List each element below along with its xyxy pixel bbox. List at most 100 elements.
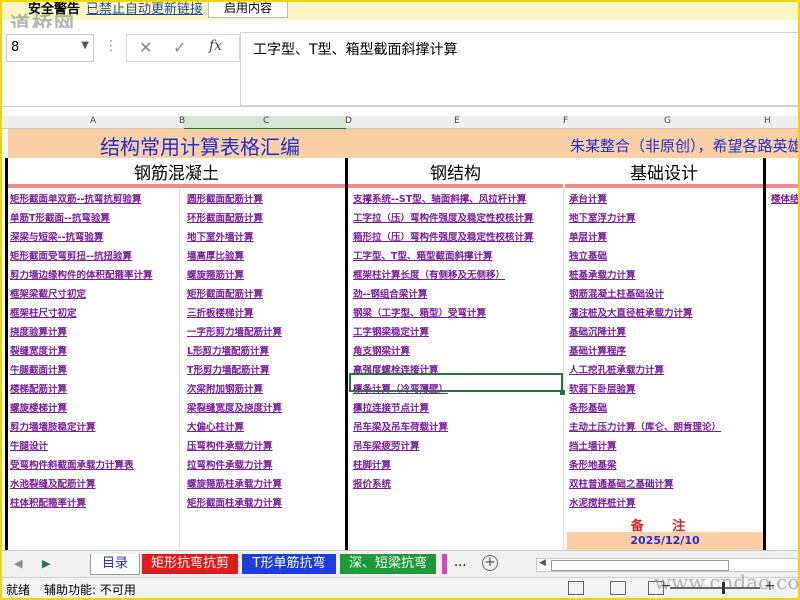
hyperlink-item[interactable]: 吊车梁及吊车荷载计算 bbox=[353, 422, 563, 441]
hyperlink-item[interactable]: 水池裂缝及配筋计算 bbox=[10, 479, 178, 498]
hyperlink-item[interactable]: 楼梯配筋计算 bbox=[10, 384, 178, 403]
zoom-slider[interactable] bbox=[670, 582, 760, 594]
hyperlink-item[interactable]: 地下室浮力计算 bbox=[569, 213, 761, 232]
accessibility-status[interactable]: 辅助功能: 不可用 bbox=[44, 581, 136, 598]
tab-rect-bending[interactable]: 矩形抗弯抗剪 bbox=[142, 554, 238, 574]
hyperlink-item[interactable]: 吊车梁疲劳计算 bbox=[353, 441, 563, 460]
hyperlink-item[interactable]: 支撑系统--ST型、轴面斜撑、风拉杆计算 bbox=[353, 194, 563, 213]
hyperlink-item[interactable]: 条形地基梁 bbox=[569, 460, 761, 479]
hyperlink-item[interactable]: 承台计算 bbox=[569, 194, 761, 213]
column-header-a[interactable]: A bbox=[90, 116, 96, 126]
more-tabs-button[interactable]: ... bbox=[454, 555, 466, 570]
hyperlink-item[interactable]: 螺旋箍筋柱承载力计算 bbox=[187, 479, 343, 498]
hyperlink-item[interactable]: 柱体积配箍率计算 bbox=[10, 498, 178, 517]
column-header-h[interactable]: H bbox=[764, 116, 771, 126]
hyperlink-item[interactable]: 报价系统 bbox=[353, 479, 563, 498]
hyperlink-item[interactable]: 箱形拉（压）弯构件强度及稳定性校核计算 bbox=[353, 232, 563, 251]
hyperlink-item[interactable]: 檩拉连接节点计算 bbox=[353, 403, 563, 422]
hyperlink-item[interactable]: 桩基承载力计算 bbox=[569, 270, 761, 289]
scroll-left-icon[interactable]: ◀ bbox=[14, 557, 22, 570]
hyperlink-item[interactable]: 矩形截面柱承载力计算 bbox=[187, 498, 343, 517]
column-header-d[interactable]: D bbox=[345, 116, 352, 126]
hyperlink-item[interactable]: 深梁与短梁--抗弯验算 bbox=[10, 232, 178, 251]
hyperlink-item[interactable]: 独立基础 bbox=[569, 251, 761, 270]
hyperlink-item[interactable]: 压弯构件承载力计算 bbox=[187, 441, 343, 460]
hyperlink-item[interactable]: 墙高厚比验算 bbox=[187, 251, 343, 270]
hyperlink-item[interactable]: 螺旋箍筋计算 bbox=[187, 270, 343, 289]
normal-view-icon[interactable] bbox=[568, 581, 584, 595]
hyperlink-item[interactable]: 剪力墙墙肢稳定计算 bbox=[10, 422, 178, 441]
hyperlink-item[interactable]: 矩形截面单双筋--抗弯抗剪验算 bbox=[10, 194, 178, 213]
hyperlink-item[interactable]: 工字拉（压）弯构件强度及稳定性校核计算 bbox=[353, 213, 563, 232]
tab-deep-beam[interactable]: 深、短梁抗弯 bbox=[340, 554, 436, 574]
column-header-g[interactable]: G bbox=[664, 116, 671, 126]
hyperlink-item[interactable]: 框架梁截尺寸初定 bbox=[10, 289, 178, 308]
hyperlink-item[interactable]: 矩形截面受弯剪扭--抗扭验算 bbox=[10, 251, 178, 270]
hyperlink-item[interactable]: 三折板楼梯计算 bbox=[187, 308, 343, 327]
hyperlink-item[interactable]: 基础计算程序 bbox=[569, 346, 761, 365]
scroll-right-icon[interactable]: ▶ bbox=[42, 557, 50, 570]
zoom-slider-knob[interactable] bbox=[722, 582, 725, 594]
security-warning-link[interactable]: 已禁止自动更新链接 bbox=[86, 2, 203, 17]
name-box[interactable]: 8 ▼ bbox=[6, 34, 94, 62]
hyperlink-item[interactable]: 梁裂缝宽度及挠度计算 bbox=[187, 403, 343, 422]
hyperlink-item[interactable]: 受弯构件斜截面承载力计算表 bbox=[10, 460, 178, 479]
hyperlink-item[interactable]: 框架柱计算长度（有侧移及无侧移） bbox=[353, 270, 563, 289]
hyperlink-item[interactable]: L形剪力墙配筋计算 bbox=[187, 346, 343, 365]
hyperlink-item[interactable]: 拉弯构件承载力计算 bbox=[187, 460, 343, 479]
column-header-f[interactable]: F bbox=[563, 116, 568, 126]
insert-function-icon[interactable]: fx bbox=[209, 38, 222, 54]
page-layout-icon[interactable] bbox=[610, 581, 626, 595]
column-header-b[interactable]: B bbox=[179, 116, 185, 126]
hyperlink-item[interactable]: 环形截面配筋计算 bbox=[187, 213, 343, 232]
drag-handle-icon[interactable]: ⋮ bbox=[104, 38, 118, 54]
hyperlink-item[interactable]: 单筋T形截面--抗弯验算 bbox=[10, 213, 178, 232]
hyperlink-item[interactable]: 框架柱尺寸初定 bbox=[10, 308, 178, 327]
tab-catalog[interactable]: 目录 bbox=[90, 554, 140, 575]
zoom-in-icon[interactable]: + bbox=[764, 578, 776, 594]
hyperlink-item[interactable]: 钢梁（工字型、箱型）受弯计算 bbox=[353, 308, 563, 327]
hyperlink-item[interactable]: 螺旋楼梯计算 bbox=[10, 403, 178, 422]
hyperlink-item[interactable]: 工字型、T型、箱型截面斜撑计算 bbox=[353, 251, 563, 270]
hyperlink-item[interactable]: 主动土压力计算（库仑、朗肯理论） bbox=[569, 422, 761, 441]
zoom-out-icon[interactable]: − bbox=[660, 578, 672, 594]
hyperlink-item[interactable]: T形剪力墙配筋计算 bbox=[187, 365, 343, 384]
confirm-icon[interactable]: ✓ bbox=[173, 38, 186, 57]
hyperlink-item[interactable]: 钢筋混凝土柱基础设计 bbox=[569, 289, 761, 308]
hyperlink-item[interactable]: 剪力墙边缘构件的体积配箍率计算 bbox=[10, 270, 178, 289]
cancel-icon[interactable]: ✕ bbox=[139, 38, 152, 57]
hyperlink-item[interactable]: 一字形剪力墙配筋计算 bbox=[187, 327, 343, 346]
hyperlink-item[interactable]: 基础沉降计算 bbox=[569, 327, 761, 346]
hyperlink-item[interactable]: 次梁附加钢筋计算 bbox=[187, 384, 343, 403]
hyperlink-item[interactable]: 挠度验算计算 bbox=[10, 327, 178, 346]
fill-handle[interactable] bbox=[560, 390, 565, 395]
hyperlink-item[interactable]: 大偏心柱计算 bbox=[187, 422, 343, 441]
hyperlink-item[interactable]: 劲--钢组合梁计算 bbox=[353, 289, 563, 308]
hyperlink-item[interactable]: 人工挖孔桩承载力计算 bbox=[569, 365, 761, 384]
add-sheet-icon[interactable]: + bbox=[482, 555, 498, 571]
hyperlink-item[interactable]: 灌注桩及大直径桩承载力计算 bbox=[569, 308, 761, 327]
hyperlink-item[interactable]: 单层计算 bbox=[569, 232, 761, 251]
enable-content-button[interactable]: 启用内容 bbox=[208, 2, 288, 18]
column-header-e[interactable]: E bbox=[454, 116, 460, 126]
column-header-c[interactable]: C bbox=[263, 116, 269, 126]
tab-hidden-more[interactable] bbox=[442, 554, 447, 574]
hyperlink-item[interactable]: 双柱普通基础之基础计算 bbox=[569, 479, 761, 498]
hyperlink-item[interactable]: 挡土墙计算 bbox=[569, 441, 761, 460]
hyperlink-item[interactable]: 地下室外墙计算 bbox=[187, 232, 343, 251]
chevron-down-icon[interactable]: ▼ bbox=[81, 40, 89, 51]
formula-input[interactable]: 工字型、T型、箱型截面斜撑计算 bbox=[240, 32, 798, 106]
hyperlink-item[interactable]: 裂缝宽度计算 bbox=[10, 346, 178, 365]
tab-t-section[interactable]: T形单筋抗弯 bbox=[242, 554, 336, 574]
hyperlink-item[interactable]: 工字钢梁稳定计算 bbox=[353, 327, 563, 346]
hyperlink-item[interactable]: 条形基础 bbox=[569, 403, 761, 422]
hyperlink-item[interactable]: 楼体结 bbox=[771, 194, 798, 213]
hyperlink-item[interactable]: 矩形截面配筋计算 bbox=[187, 289, 343, 308]
hyperlink-item[interactable]: 柱脚计算 bbox=[353, 460, 563, 479]
hyperlink-item[interactable]: 软弱下卧层验算 bbox=[569, 384, 761, 403]
active-cell[interactable] bbox=[349, 373, 563, 392]
hyperlink-item[interactable]: 圆形截面配筋计算 bbox=[187, 194, 343, 213]
scroll-left-arrow-icon[interactable]: ◀ bbox=[539, 558, 546, 568]
hyperlink-item[interactable]: 角支钢梁计算 bbox=[353, 346, 563, 365]
hyperlink-item[interactable]: 牛腿截面计算 bbox=[10, 365, 178, 384]
